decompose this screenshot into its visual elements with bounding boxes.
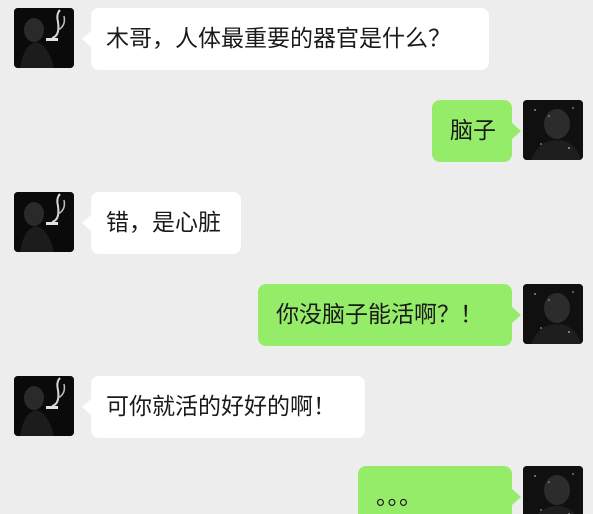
dark-portrait-icon [523,466,583,514]
self-avatar[interactable] [523,284,583,344]
message-row-incoming: 错，是心脏 [0,190,593,254]
message-row-incoming: 可你就活的好好的啊！ [0,374,593,438]
message-text: 木哥，人体最重要的器官是什么？ [106,26,451,52]
self-avatar[interactable] [523,466,583,514]
chat-conversation: 木哥，人体最重要的器官是什么？ 脑子 错，是心脏 你没脑子能活啊？！ 可你就活的… [0,0,593,514]
contact-avatar[interactable] [14,192,74,252]
message-bubble-outgoing[interactable]: 脑子 [432,100,521,162]
dark-portrait-icon [523,100,583,160]
self-avatar[interactable] [523,100,583,160]
message-text: 错，是心脏 [106,210,221,236]
message-row-outgoing: 。。。 [0,466,593,514]
portrait-smoking-icon [14,192,74,252]
portrait-smoking-icon [14,8,74,68]
dark-portrait-icon [523,284,583,344]
message-bubble-outgoing[interactable]: 。。。 [358,466,521,514]
message-text: 可你就活的好好的啊！ [106,394,336,420]
portrait-smoking-icon [14,376,74,436]
contact-avatar[interactable] [14,8,74,68]
message-bubble-incoming[interactable]: 错，是心脏 [82,192,241,254]
message-row-outgoing: 你没脑子能活啊？！ [0,282,593,346]
message-text: 。。。 [376,484,422,510]
message-bubble-incoming[interactable]: 木哥，人体最重要的器官是什么？ [82,8,489,70]
message-text: 脑子 [450,118,496,144]
message-bubble-incoming[interactable]: 可你就活的好好的啊！ [82,376,365,438]
message-text: 你没脑子能活啊？！ [276,302,483,328]
contact-avatar[interactable] [14,376,74,436]
message-row-outgoing: 脑子 [0,98,593,162]
message-bubble-outgoing[interactable]: 你没脑子能活啊？！ [258,284,521,346]
message-row-incoming: 木哥，人体最重要的器官是什么？ [0,6,593,70]
